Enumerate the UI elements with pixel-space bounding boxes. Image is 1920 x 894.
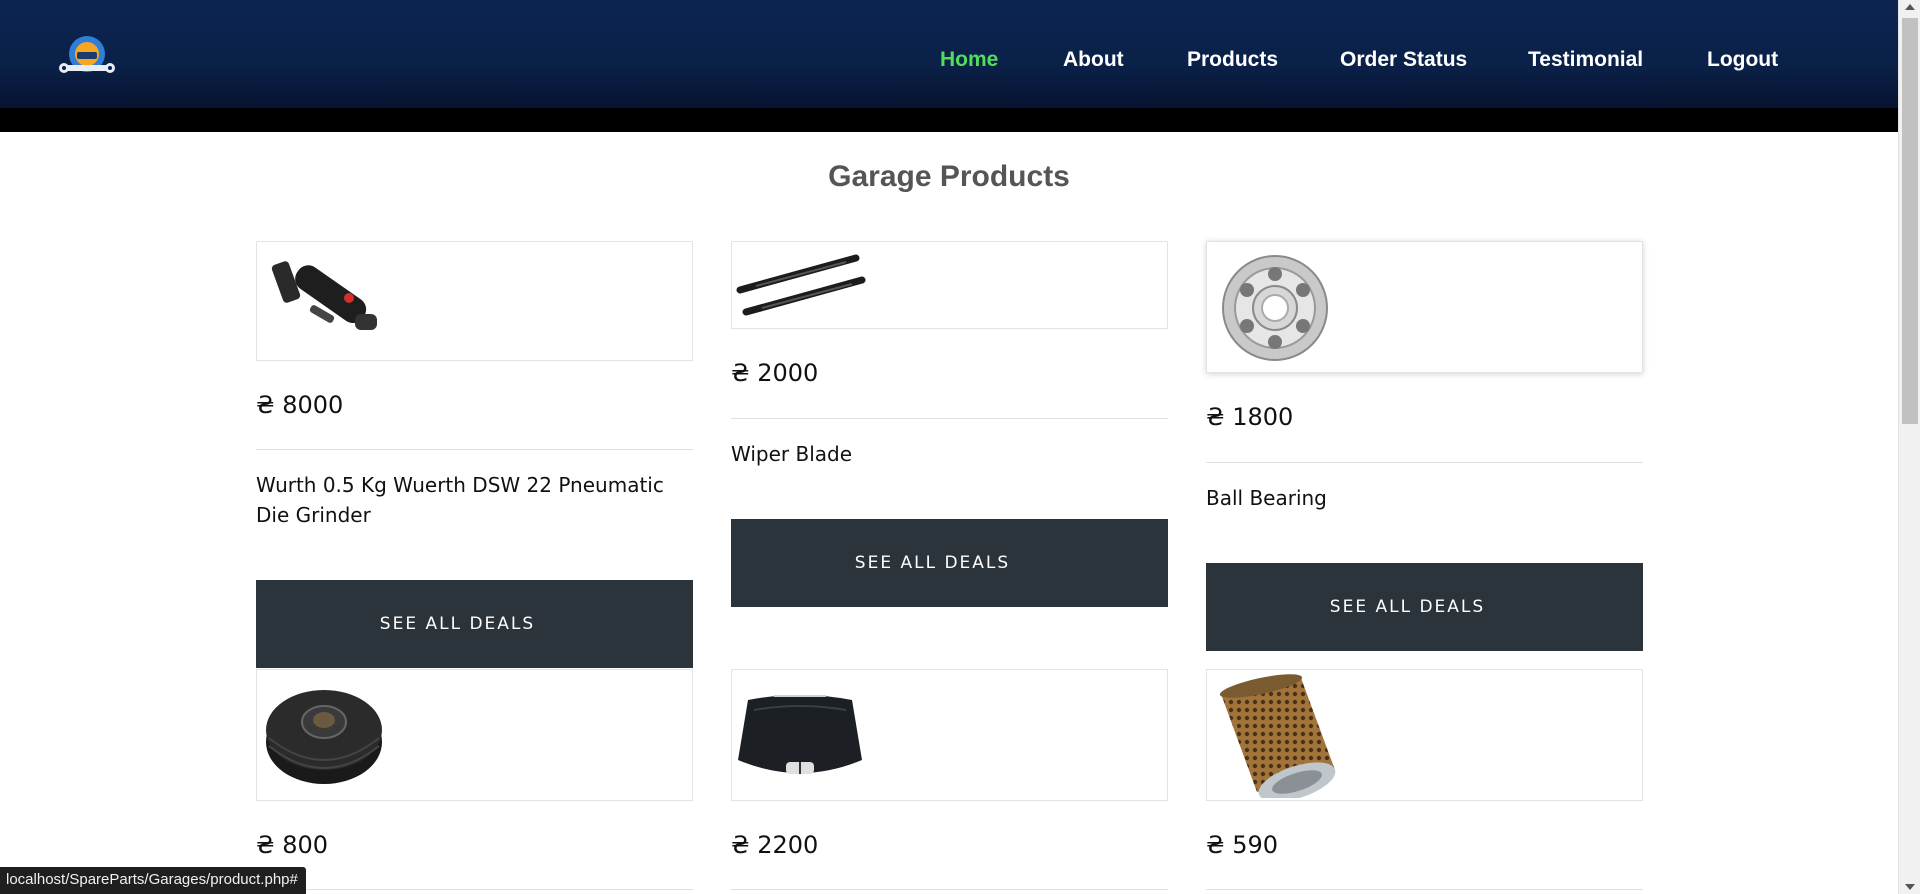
ball-bearing-icon — [1222, 255, 1328, 361]
see-all-deals-button[interactable]: SEE ALL DEALS — [731, 519, 1168, 607]
product-price: ₴ 1800 — [1206, 403, 1294, 431]
product-name: Wiper Blade — [731, 442, 853, 466]
divider — [1206, 462, 1643, 463]
header-bottom-bar — [0, 108, 1898, 132]
divider — [731, 889, 1168, 890]
vertical-scrollbar[interactable] — [1898, 0, 1920, 894]
scroll-up-arrow-icon[interactable] — [1905, 4, 1915, 10]
product-price: ₴ 800 — [256, 831, 329, 859]
product-name: Ball Bearing — [1206, 486, 1327, 510]
divider — [256, 449, 693, 450]
see-all-deals-button[interactable]: SEE ALL DEALS — [1206, 563, 1643, 651]
nav-logout[interactable]: Logout — [1707, 48, 1778, 72]
scroll-thumb[interactable] — [1902, 18, 1918, 424]
product-image-box[interactable] — [256, 669, 693, 801]
divider — [1206, 889, 1643, 890]
wiper-blade-icon — [736, 254, 866, 316]
main-nav: Home About Products Order Status Testimo… — [0, 48, 1898, 78]
product-image-box[interactable] — [256, 241, 693, 361]
scroll-down-arrow-icon[interactable] — [1905, 884, 1915, 890]
die-grinder-icon — [271, 261, 377, 330]
divider — [731, 418, 1168, 419]
site-header: Home About Products Order Status Testimo… — [0, 0, 1898, 108]
air-filter-icon — [1219, 674, 1336, 798]
car-hood-icon — [738, 695, 862, 774]
browser-status-url: localhost/SpareParts/Garages/product.php… — [0, 867, 306, 894]
product-price: ₴ 2200 — [731, 831, 819, 859]
product-image-box[interactable] — [731, 669, 1168, 801]
product-image-box[interactable] — [731, 241, 1168, 329]
nav-testimonial[interactable]: Testimonial — [1528, 48, 1643, 72]
product-image-box[interactable] — [1206, 241, 1643, 373]
nav-about[interactable]: About — [1063, 48, 1124, 72]
see-all-deals-button[interactable]: SEE ALL DEALS — [256, 580, 693, 668]
product-price: ₴ 8000 — [256, 391, 344, 419]
nav-products[interactable]: Products — [1187, 48, 1278, 72]
product-price: ₴ 590 — [1206, 831, 1279, 859]
nav-order-status[interactable]: Order Status — [1340, 48, 1467, 72]
page-title: Garage Products — [828, 160, 1070, 193]
pulley-icon — [266, 690, 382, 784]
product-price: ₴ 2000 — [731, 359, 819, 387]
nav-home[interactable]: Home — [940, 48, 998, 72]
product-name: Wurth 0.5 Kg Wuerth DSW 22 Pneumatic Die… — [256, 473, 664, 527]
product-image-box[interactable] — [1206, 669, 1643, 801]
divider — [256, 889, 693, 890]
